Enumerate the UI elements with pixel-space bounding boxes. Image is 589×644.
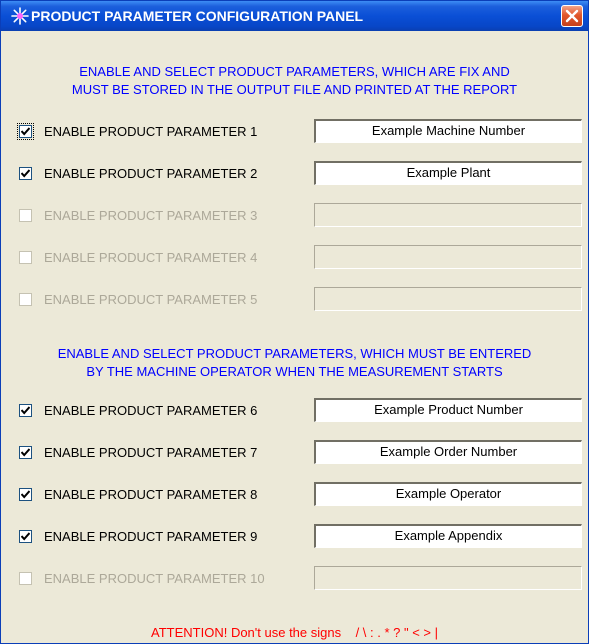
parameter-row-4: ENABLE PRODUCT PARAMETER 4 — [1, 245, 588, 271]
checkmark-icon — [21, 406, 30, 415]
parameter-10-checkbox[interactable] — [19, 572, 32, 585]
attention-text: ATTENTION! Don't use the signs — [151, 625, 342, 640]
parameter-9-checkbox[interactable] — [19, 530, 32, 543]
parameter-row-2: ENABLE PRODUCT PARAMETER 2 Example Plant — [1, 161, 588, 187]
parameter-row-1: ENABLE PRODUCT PARAMETER 1 Example Machin… — [1, 119, 588, 145]
parameter-row-6: ENABLE PRODUCT PARAMETER 6 Example Produc… — [1, 398, 588, 424]
parameter-3-input[interactable] — [314, 203, 582, 227]
parameter-7-label[interactable]: ENABLE PRODUCT PARAMETER 7 — [44, 445, 257, 460]
parameter-7-input[interactable]: Example Order Number — [314, 440, 582, 464]
parameter-2-label[interactable]: ENABLE PRODUCT PARAMETER 2 — [44, 166, 257, 181]
parameter-8-checkbox[interactable] — [19, 488, 32, 501]
section1-heading-line1: ENABLE AND SELECT PRODUCT PARAMETERS, WH… — [79, 64, 510, 79]
parameter-10-input[interactable] — [314, 566, 582, 590]
window-title: PRODUCT PARAMETER CONFIGURATION PANEL — [31, 8, 364, 24]
parameter-row-3: ENABLE PRODUCT PARAMETER 3 — [1, 203, 588, 229]
parameter-6-input[interactable]: Example Product Number — [314, 398, 582, 422]
attention-note: ATTENTION! Don't use the signs / \ : . *… — [1, 625, 588, 640]
parameter-6-checkbox[interactable] — [19, 404, 32, 417]
parameter-3-label[interactable]: ENABLE PRODUCT PARAMETER 3 — [44, 208, 257, 223]
parameter-10-label[interactable]: ENABLE PRODUCT PARAMETER 10 — [44, 571, 265, 586]
close-icon — [565, 9, 579, 23]
parameter-7-checkbox[interactable] — [19, 446, 32, 459]
section2-heading: ENABLE AND SELECT PRODUCT PARAMETERS, WH… — [1, 345, 588, 381]
parameter-9-input[interactable]: Example Appendix — [314, 524, 582, 548]
parameter-4-checkbox[interactable] — [19, 251, 32, 264]
title-bar[interactable]: PRODUCT PARAMETER CONFIGURATION PANEL — [1, 1, 588, 31]
parameter-6-label[interactable]: ENABLE PRODUCT PARAMETER 6 — [44, 403, 257, 418]
parameter-row-10: ENABLE PRODUCT PARAMETER 10 — [1, 566, 588, 592]
parameter-2-input[interactable]: Example Plant — [314, 161, 582, 185]
parameter-config-window: PRODUCT PARAMETER CONFIGURATION PANEL EN… — [0, 0, 589, 644]
checkmark-icon — [21, 127, 30, 136]
parameter-row-5: ENABLE PRODUCT PARAMETER 5 — [1, 287, 588, 313]
parameter-3-checkbox[interactable] — [19, 209, 32, 222]
parameter-1-input[interactable]: Example Machine Number — [314, 119, 582, 143]
section1-heading: ENABLE AND SELECT PRODUCT PARAMETERS, WH… — [1, 63, 588, 99]
parameter-5-label[interactable]: ENABLE PRODUCT PARAMETER 5 — [44, 292, 257, 307]
parameter-row-9: ENABLE PRODUCT PARAMETER 9 Example Append… — [1, 524, 588, 550]
parameter-4-input[interactable] — [314, 245, 582, 269]
section1-heading-line2: MUST BE STORED IN THE OUTPUT FILE AND PR… — [71, 82, 518, 97]
checkmark-icon — [21, 532, 30, 541]
checkmark-icon — [21, 448, 30, 457]
close-button[interactable] — [561, 5, 583, 27]
sparkle-icon — [11, 7, 29, 25]
forbidden-signs: / \ : . * ? " < > | — [355, 625, 438, 640]
section2-heading-line2: BY THE MACHINE OPERATOR WHEN THE MEASURE… — [86, 364, 503, 379]
checkmark-icon — [21, 490, 30, 499]
parameter-row-8: ENABLE PRODUCT PARAMETER 8 Example Operat… — [1, 482, 588, 508]
parameter-9-label[interactable]: ENABLE PRODUCT PARAMETER 9 — [44, 529, 257, 544]
section2-heading-line1: ENABLE AND SELECT PRODUCT PARAMETERS, WH… — [57, 346, 532, 361]
parameter-8-input[interactable]: Example Operator — [314, 482, 582, 506]
parameter-row-7: ENABLE PRODUCT PARAMETER 7 Example Order … — [1, 440, 588, 466]
parameter-1-checkbox[interactable] — [17, 123, 34, 140]
parameter-8-label[interactable]: ENABLE PRODUCT PARAMETER 8 — [44, 487, 257, 502]
parameter-2-checkbox[interactable] — [19, 167, 32, 180]
parameter-4-label[interactable]: ENABLE PRODUCT PARAMETER 4 — [44, 250, 257, 265]
parameter-1-label[interactable]: ENABLE PRODUCT PARAMETER 1 — [44, 124, 257, 139]
parameter-5-checkbox[interactable] — [19, 293, 32, 306]
parameter-5-input[interactable] — [314, 287, 582, 311]
checkmark-icon — [21, 169, 30, 178]
